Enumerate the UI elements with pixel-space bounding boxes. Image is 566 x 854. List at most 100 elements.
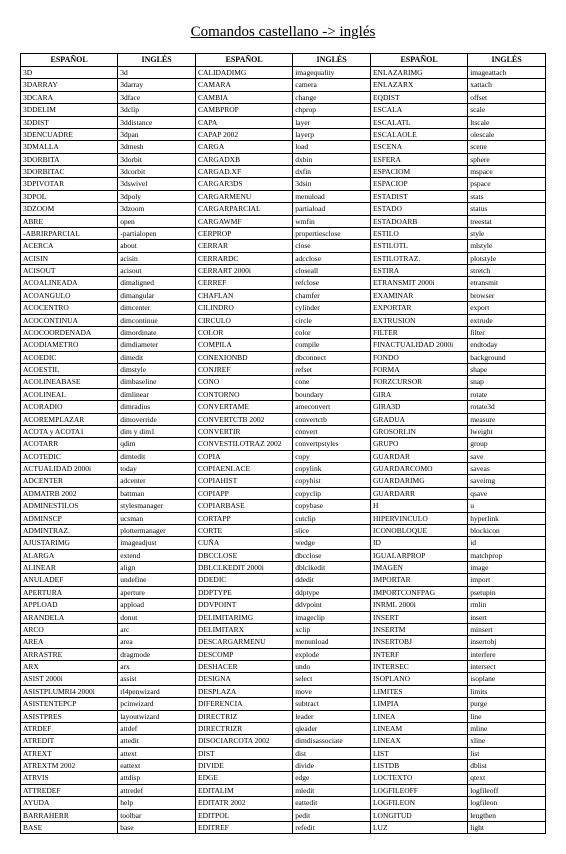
col-header: ESPAÑOL — [370, 54, 467, 67]
table-cell: matchprop — [468, 549, 546, 561]
table-cell: logfileoff — [468, 784, 546, 796]
table-cell: plotstyle — [468, 252, 546, 264]
table-row: ACOTARRqdimCONVESTILOTRAZ 2002convertpst… — [21, 438, 546, 450]
table-cell: INTERSEC — [370, 661, 467, 673]
table-cell: DESIGNA — [195, 673, 292, 685]
table-cell: imagequality — [293, 67, 371, 79]
table-cell: ISOPLANO — [370, 673, 467, 685]
table-cell: stretch — [468, 265, 546, 277]
table-cell: EXAMINAR — [370, 289, 467, 301]
table-cell: qtext — [468, 772, 546, 784]
table-cell: ADCENTER — [21, 475, 118, 487]
table-cell: dblist — [468, 760, 546, 772]
table-cell: lweight — [468, 425, 546, 437]
table-cell: olescale — [468, 128, 546, 140]
table-cell: ddptype — [293, 586, 371, 598]
table-cell: ALARGA — [21, 549, 118, 561]
table-row: AYUDAhelpEDITATR 2002eatteditLOGFILEONlo… — [21, 797, 546, 809]
table-row: AJUSTARIMGimageadjustCUÑAwedgeIDid — [21, 537, 546, 549]
table-row: 3DCARA3dfaceCAMBIAchangeEQDISToffset — [21, 91, 546, 103]
table-cell: ESTADO — [370, 203, 467, 215]
table-cell: plottermanager — [118, 524, 196, 536]
table-cell: ameconvert — [293, 401, 371, 413]
table-cell: subtract — [293, 698, 371, 710]
table-row: BARRAHERRtoolbarEDITPOLpeditLONGITUDleng… — [21, 809, 546, 821]
table-cell: FILTER — [370, 326, 467, 338]
table-cell: rmlin — [468, 599, 546, 611]
table-cell: ASIST 2000i — [21, 673, 118, 685]
table-cell: CONTORNO — [195, 388, 292, 400]
table-cell: ESTILO — [370, 227, 467, 239]
table-cell: import — [468, 574, 546, 586]
table-cell: DDPTYPE — [195, 586, 292, 598]
table-cell: eattedit — [293, 797, 371, 809]
table-cell: ASISTENTEPCP — [21, 698, 118, 710]
table-cell: adcclose — [293, 252, 371, 264]
table-row: ALARGAextendDBCCLOSEdbccloseIGUALARPROPm… — [21, 549, 546, 561]
table-cell: 3DDIST — [21, 116, 118, 128]
table-cell: acisout — [118, 265, 196, 277]
table-cell: area — [118, 636, 196, 648]
table-cell: ESPACIOP — [370, 178, 467, 190]
table-cell: dxfin — [293, 166, 371, 178]
table-cell: save — [468, 450, 546, 462]
table-cell: scale — [468, 104, 546, 116]
table-cell: EDITALIM — [195, 784, 292, 796]
table-cell: GUARDARCOMO — [370, 463, 467, 475]
table-cell: ESPACIOM — [370, 166, 467, 178]
table-cell: 3DENCUADRE — [21, 128, 118, 140]
table-cell: CERRAR — [195, 240, 292, 252]
table-cell: ENLAZARIMG — [370, 67, 467, 79]
table-cell: ESCALAOLE — [370, 128, 467, 140]
table-cell: offset — [468, 91, 546, 103]
table-cell: arx — [118, 661, 196, 673]
table-cell: 3dmesh — [118, 141, 196, 153]
table-cell: APERTURA — [21, 586, 118, 598]
table-row: ADMATRB 2002battmanCOPIAPPcopyclipGUARDA… — [21, 487, 546, 499]
table-cell: CAMBIA — [195, 91, 292, 103]
table-row: 3DDIST3ddistanceCAPAlayerESCALATLltscale — [21, 116, 546, 128]
table-cell: ltscale — [468, 116, 546, 128]
table-cell: CAPAP 2002 — [195, 128, 292, 140]
table-cell: about — [118, 240, 196, 252]
table-row: ACOALINEADAdimalignedCERREFrefcloseETRAN… — [21, 277, 546, 289]
table-cell: propertiesclose — [293, 227, 371, 239]
table-cell: ACISIN — [21, 252, 118, 264]
table-row: 3DPOL3dpolyCARGARMENUmenuloadESTADISTsta… — [21, 190, 546, 202]
table-cell: -partialopen — [118, 227, 196, 239]
table-row: 3DMALLA3dmeshCARGAloadESCENAscene — [21, 141, 546, 153]
table-cell: DBLCLKEDIT 2000i — [195, 562, 292, 574]
table-cell: refedit — [293, 821, 371, 833]
table-cell: CONVERTCTB 2002 — [195, 413, 292, 425]
table-cell: leader — [293, 710, 371, 722]
table-cell: DIRECTRIZ — [195, 710, 292, 722]
table-cell: DELIMITARX — [195, 623, 292, 635]
table-row: ADMINTRAZ.plottermanagerCORTEsliceICONOB… — [21, 524, 546, 536]
table-row: 3DPIVOTAR3dswivelCARGAR3DS3dsinESPACIOPp… — [21, 178, 546, 190]
table-cell: explode — [293, 648, 371, 660]
table-row: ACISOUTacisoutCERRART 2000icloseallESTIR… — [21, 265, 546, 277]
table-cell: copylink — [293, 463, 371, 475]
table-cell: ACOTARR — [21, 438, 118, 450]
table-cell: group — [468, 438, 546, 450]
table-cell: 3dcorbit — [118, 166, 196, 178]
table-cell: DIRECTRIZR — [195, 722, 292, 734]
table-cell: extend — [118, 549, 196, 561]
table-cell: FONDO — [370, 351, 467, 363]
table-cell: base — [118, 821, 196, 833]
table-row: ASIST 2000iassistDESIGNAselectISOPLANOis… — [21, 673, 546, 685]
table-cell: lengthen — [468, 809, 546, 821]
table-cell: convertpstyles — [293, 438, 371, 450]
table-cell: pedit — [293, 809, 371, 821]
table-cell: IGUALARPROP — [370, 549, 467, 561]
table-cell: ACISOUT — [21, 265, 118, 277]
table-cell: menunload — [293, 636, 371, 648]
table-cell: dimdiameter — [118, 339, 196, 351]
table-cell: circle — [293, 314, 371, 326]
table-cell: color — [293, 326, 371, 338]
table-cell: CAMBPROP — [195, 104, 292, 116]
table-cell: imageattach — [468, 67, 546, 79]
table-cell: DESCOMP — [195, 648, 292, 660]
table-cell: CONVERTIR — [195, 425, 292, 437]
table-cell: 3dzoom — [118, 203, 196, 215]
